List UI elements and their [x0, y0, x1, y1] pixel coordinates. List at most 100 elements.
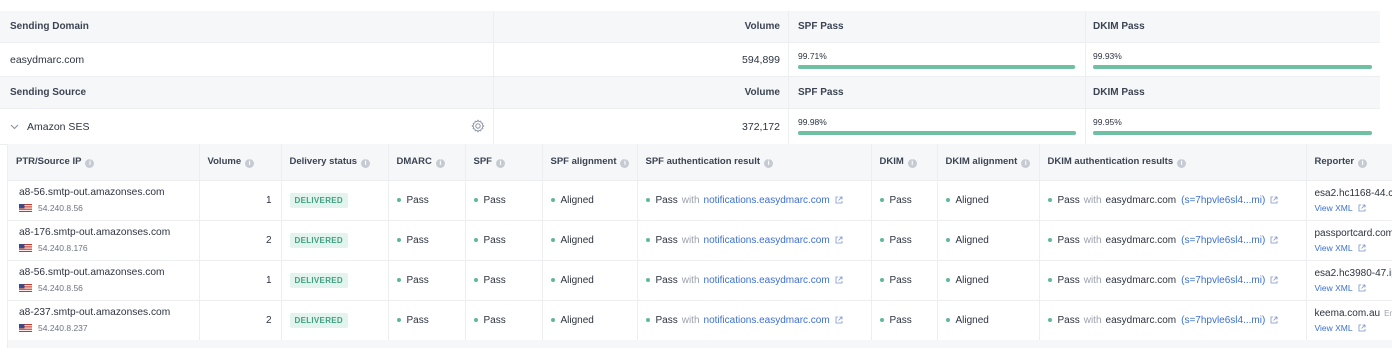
col-header-dkim[interactable]: DKIM i [871, 144, 938, 180]
view-xml-label: View XML [1314, 202, 1353, 213]
dkim-selector-link[interactable]: (s=7hpvle6sl4...mi) [1181, 235, 1265, 246]
external-link-icon[interactable] [835, 196, 843, 204]
col-header-label: DKIM alignment [945, 155, 1018, 167]
domain-header-row: Sending Domain Volume SPF Pass DKIM Pass [0, 11, 1380, 43]
dmarc-cell: Pass [388, 299, 466, 340]
external-link-icon[interactable] [1270, 316, 1278, 324]
info-icon[interactable]: i [1177, 158, 1187, 168]
col-header-delivery-status[interactable]: Delivery status i [281, 144, 389, 180]
col-header-ptr-source-ip[interactable]: PTR/Source IP i [8, 144, 200, 180]
source-volume: 372,172 [742, 120, 780, 133]
info-icon[interactable]: i [907, 158, 917, 168]
info-icon[interactable]: i [620, 158, 630, 168]
dkim-value: Pass [889, 234, 912, 246]
with-label: with [1083, 194, 1102, 206]
delivery-status-cell: DELIVERED [281, 259, 389, 300]
col-header-label: SPF authentication result [645, 155, 761, 167]
spf-value: Pass [483, 314, 506, 326]
col-header-label: DKIM [879, 155, 904, 167]
pass-dot-icon [550, 277, 555, 282]
spf-domain-link[interactable]: notifications.easydmarc.com [704, 195, 830, 206]
reporter-cell: passportcard.com View XML [1306, 219, 1392, 260]
domain-header-label: Sending Domain [10, 21, 89, 32]
spf-value: Pass [483, 194, 506, 206]
view-xml-label: View XML [1314, 282, 1353, 293]
spf-domain-link[interactable]: notifications.easydmarc.com [704, 275, 830, 286]
source-row[interactable]: Amazon SES 372,172 99.98% 99.95% [0, 109, 1380, 145]
view-xml-link[interactable]: View XML [1315, 323, 1392, 333]
col-header-dkim-alignment[interactable]: DKIM alignment i [937, 144, 1040, 180]
view-xml-link[interactable]: View XML [1315, 203, 1392, 213]
external-link-icon[interactable] [1358, 324, 1366, 332]
pass-dot-icon [945, 237, 950, 242]
with-label: with [681, 274, 700, 286]
external-link-icon[interactable] [1270, 276, 1278, 284]
view-xml-link[interactable]: View XML [1315, 243, 1392, 253]
with-label: with [681, 314, 700, 326]
col-header-dkim-auth-results[interactable]: DKIM authentication results i [1039, 144, 1307, 180]
reporter-host: esa2.hc3980-47.ip [1314, 267, 1392, 279]
chevron-down-icon[interactable] [10, 122, 19, 132]
dkim-selector-link[interactable]: (s=7hpvle6sl4...mi) [1181, 275, 1265, 286]
spf-domain-link[interactable]: notifications.easydmarc.com [704, 315, 830, 326]
dkim-alignment-cell: Aligned [937, 299, 1040, 340]
col-header-spf[interactable]: SPF i [465, 144, 543, 180]
table-row[interactable]: a8-56.smtp-out.amazonses.com 54.240.8.56 1… [8, 259, 1392, 300]
table-row[interactable]: a8-176.smtp-out.amazonses.com 54.240.8.17… [8, 219, 1392, 260]
ptr-hostname: a8-176.smtp-out.amazonses.com [19, 227, 171, 238]
pass-dot-icon [550, 197, 555, 202]
view-xml-label: View XML [1314, 242, 1353, 253]
domain-row[interactable]: easydmarc.com 594,899 99.71% 99.93% [0, 43, 1380, 77]
dkim-selector-link[interactable]: (s=7hpvle6sl4...mi) [1181, 315, 1265, 326]
col-header-dmarc[interactable]: DMARC i [388, 144, 466, 180]
spf-cell: Pass [465, 219, 543, 260]
col-header-label: DKIM authentication results [1047, 155, 1174, 167]
external-link-icon[interactable] [1358, 244, 1366, 252]
external-link-icon[interactable] [1358, 204, 1366, 212]
info-icon[interactable]: i [361, 158, 371, 168]
spf-alignment-value: Aligned [560, 274, 594, 286]
source-header-row: Sending Source Volume SPF Pass DKIM Pass [0, 77, 1380, 109]
dkim-alignment-cell: Aligned [937, 179, 1040, 220]
info-icon[interactable]: i [435, 158, 445, 168]
external-link-icon[interactable] [1270, 196, 1278, 204]
pass-dot-icon [645, 317, 650, 322]
info-icon[interactable]: i [495, 158, 505, 168]
col-header-reporter[interactable]: Reporter i [1306, 144, 1392, 180]
view-xml-link[interactable]: View XML [1315, 283, 1392, 293]
info-icon[interactable]: i [85, 158, 95, 168]
col-header-volume[interactable]: Volume i [199, 144, 282, 180]
table-row[interactable]: a8-56.smtp-out.amazonses.com 54.240.8.56 1… [8, 179, 1392, 220]
pass-dot-icon [879, 237, 884, 242]
gear-icon[interactable] [471, 119, 485, 133]
reporter-cell: esa2.hc3980-47.ip View XML [1306, 259, 1392, 300]
ptr-cell: a8-56.smtp-out.amazonses.com 54.240.8.56 [8, 259, 200, 300]
table-row[interactable]: a8-237.smtp-out.amazonses.com 54.240.8.23… [8, 299, 1392, 340]
external-link-icon[interactable] [1358, 284, 1366, 292]
info-icon[interactable]: i [245, 158, 255, 168]
col-header-spf-auth-result[interactable]: SPF authentication result i [637, 144, 872, 180]
col-header-label: Volume [207, 155, 242, 167]
info-icon[interactable]: i [1358, 158, 1368, 168]
external-link-icon[interactable] [1270, 236, 1278, 244]
ptr-hostname: a8-56.smtp-out.amazonses.com [19, 187, 165, 198]
info-icon[interactable]: i [764, 158, 774, 168]
source-ip: 54.240.8.237 [38, 323, 88, 334]
dkim-alignment-value: Aligned [955, 194, 989, 206]
external-link-icon[interactable] [835, 236, 843, 244]
pass-dot-icon [945, 277, 950, 282]
delivery-status-cell: DELIVERED [281, 299, 389, 340]
dmarc-value: Pass [406, 194, 429, 206]
dkim-cell: Pass [871, 219, 938, 260]
col-header-spf-alignment[interactable]: SPF alignment i [542, 144, 638, 180]
summary-panel: Sending Domain Volume SPF Pass DKIM Pass… [0, 11, 1380, 145]
external-link-icon[interactable] [835, 276, 843, 284]
spf-alignment-cell: Aligned [542, 299, 638, 340]
spf-domain-link[interactable]: notifications.easydmarc.com [704, 235, 830, 246]
dkim-selector-link[interactable]: (s=7hpvle6sl4...mi) [1181, 195, 1265, 206]
dkim-domain: easydmarc.com [1105, 194, 1177, 206]
external-link-icon[interactable] [835, 316, 843, 324]
pass-dot-icon [1047, 197, 1052, 202]
info-icon[interactable]: i [1021, 158, 1031, 168]
spf-auth-result-cell: Pass with notifications.easydmarc.com [637, 259, 872, 300]
